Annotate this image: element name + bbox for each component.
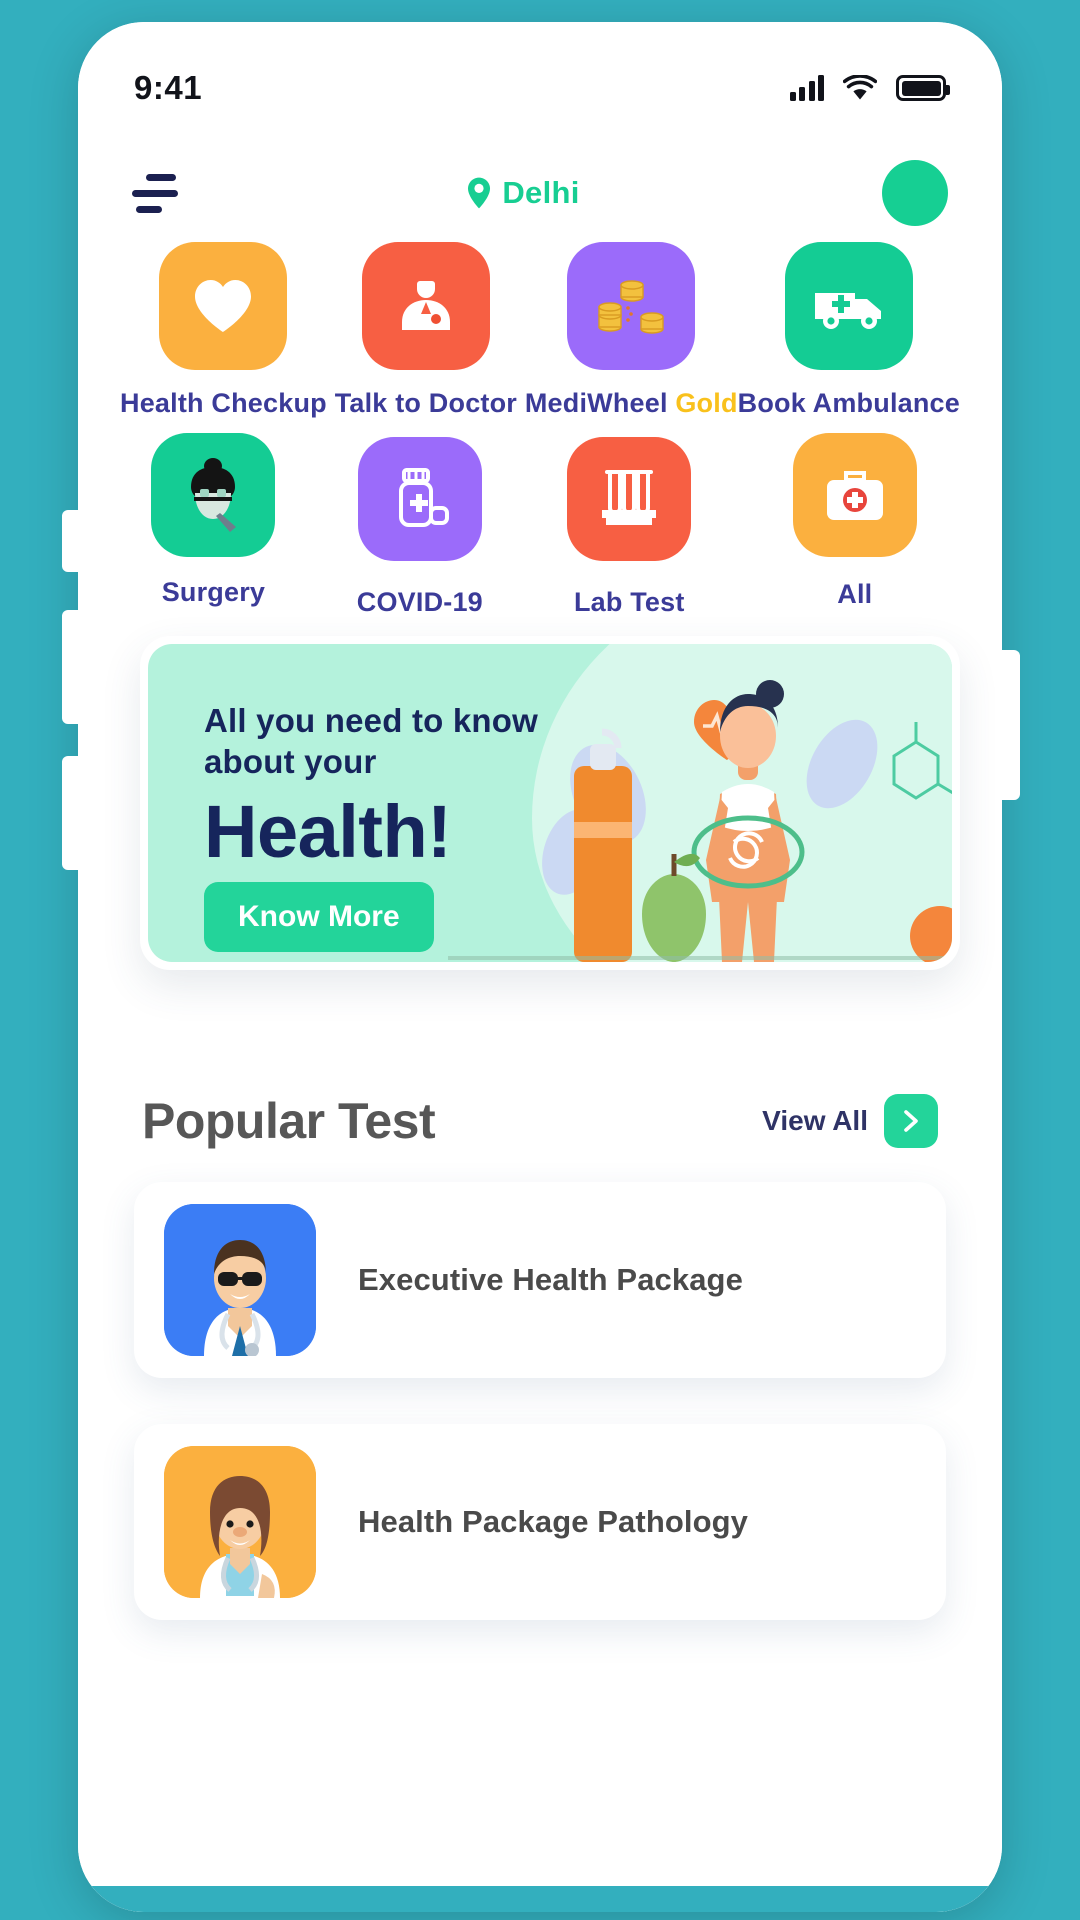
- surgeon-face-icon: [191, 458, 237, 532]
- banner-copy: All you need to know about your Health!: [204, 700, 538, 869]
- quick-action-tile: [567, 437, 692, 561]
- know-more-button[interactable]: Know More: [204, 882, 434, 952]
- quick-action-lab-test[interactable]: Lab Test: [523, 437, 736, 618]
- banner-title: Health!: [204, 789, 452, 873]
- wifi-icon: [843, 75, 877, 100]
- female-doctor-illustration: [164, 1446, 316, 1598]
- banner-ground-line: [448, 956, 952, 960]
- popular-test-list: Executive Health Package Health Package …: [78, 1182, 1002, 1666]
- quick-action-tile: [361, 242, 490, 370]
- heart-icon: [195, 280, 252, 332]
- coins-icon: [598, 280, 664, 334]
- phone-side-button-volume-up: [62, 610, 84, 724]
- quick-action-label: MediWheel Gold: [524, 388, 738, 418]
- quick-action-covid-19[interactable]: COVID-19: [321, 437, 519, 618]
- quick-action-tile: [567, 242, 696, 370]
- popular-test-section-header: Popular Test View All: [78, 1092, 1002, 1150]
- phone-frame: 9:41 Delhi Health Checkup Talk to Doctor…: [78, 22, 1002, 1912]
- doctor-icon: [401, 281, 450, 330]
- quick-action-label: Book Ambulance: [737, 388, 960, 418]
- view-all-link[interactable]: View All: [762, 1105, 868, 1137]
- phone-side-button-power: [998, 650, 1020, 800]
- phone-side-button-volume-down: [62, 756, 84, 870]
- page-title: Popular Test: [142, 1093, 436, 1149]
- status-bar: 9:41: [78, 58, 1002, 118]
- view-all-group[interactable]: View All: [762, 1094, 938, 1148]
- quick-action-label: Health Checkup: [120, 388, 327, 418]
- location-pin-icon: [468, 177, 491, 209]
- quick-action-mediwheel[interactable]: MediWheel Gold: [525, 242, 738, 419]
- quick-action-tile: [357, 437, 482, 561]
- male-doctor-avatar: [164, 1204, 316, 1356]
- chevron-right-glyph: [904, 1110, 918, 1132]
- quick-action-tile: [792, 433, 917, 557]
- male-doctor-illustration: [164, 1204, 316, 1356]
- quick-action-health-checkup[interactable]: Health Checkup: [120, 242, 327, 419]
- quick-action-tile: [784, 242, 913, 370]
- banner-subtitle-line2: about your: [204, 743, 377, 781]
- profile-avatar[interactable]: [882, 160, 948, 226]
- quick-action-tile: [159, 242, 288, 370]
- medicine-bottle-icon: [398, 468, 449, 527]
- hero-banner-inner: All you need to know about your Health! …: [148, 644, 952, 962]
- status-time: 9:41: [134, 69, 203, 106]
- quick-action-book-ambulance[interactable]: Book Ambulance: [738, 242, 960, 419]
- test-name: Executive Health Package: [358, 1262, 743, 1297]
- quick-action-label: Talk to Doctor: [334, 388, 517, 418]
- test-tubes-icon: [602, 470, 657, 525]
- phone-side-button-mute: [62, 510, 84, 572]
- quick-action-tile: [151, 433, 276, 557]
- screen-bottom-edge: [78, 1886, 1002, 1912]
- quick-actions-grid: Health Checkup Talk to Doctor MediWheel …: [78, 242, 1002, 617]
- app-header: Delhi: [78, 150, 1002, 236]
- list-item[interactable]: Health Package Pathology: [134, 1424, 946, 1620]
- chevron-right-icon[interactable]: [884, 1094, 938, 1148]
- app-screen: 9:41 Delhi Health Checkup Talk to Doctor…: [78, 22, 1002, 1912]
- first-aid-kit-icon: [826, 471, 883, 520]
- test-name: Health Package Pathology: [358, 1504, 749, 1539]
- list-item[interactable]: Executive Health Package: [134, 1182, 946, 1378]
- gold-badge-label: Gold: [675, 388, 738, 418]
- quick-action-label: Lab Test: [573, 587, 685, 617]
- woman-health-illustration: [542, 680, 952, 962]
- quick-action-surgery[interactable]: Surgery: [110, 433, 317, 614]
- cellular-signal-icon: [789, 75, 824, 101]
- quick-action-all[interactable]: All: [744, 433, 966, 614]
- female-doctor-avatar: [164, 1446, 316, 1598]
- banner-subtitle-line1: All you need to know: [204, 702, 539, 739]
- quick-action-label: All: [837, 579, 873, 609]
- quick-action-label: COVID-19: [356, 587, 483, 617]
- quick-action-label: Surgery: [161, 577, 266, 607]
- location-label: Delhi: [502, 175, 580, 210]
- hero-banner[interactable]: All you need to know about your Health! …: [114, 622, 970, 982]
- battery-full-icon: [896, 75, 950, 101]
- quick-action-talk-to-doctor[interactable]: Talk to Doctor: [327, 242, 525, 419]
- location-selector[interactable]: Delhi: [164, 175, 882, 211]
- status-icons: [789, 75, 950, 101]
- ambulance-icon: [814, 293, 881, 329]
- hero-banner-card: All you need to know about your Health! …: [140, 636, 960, 970]
